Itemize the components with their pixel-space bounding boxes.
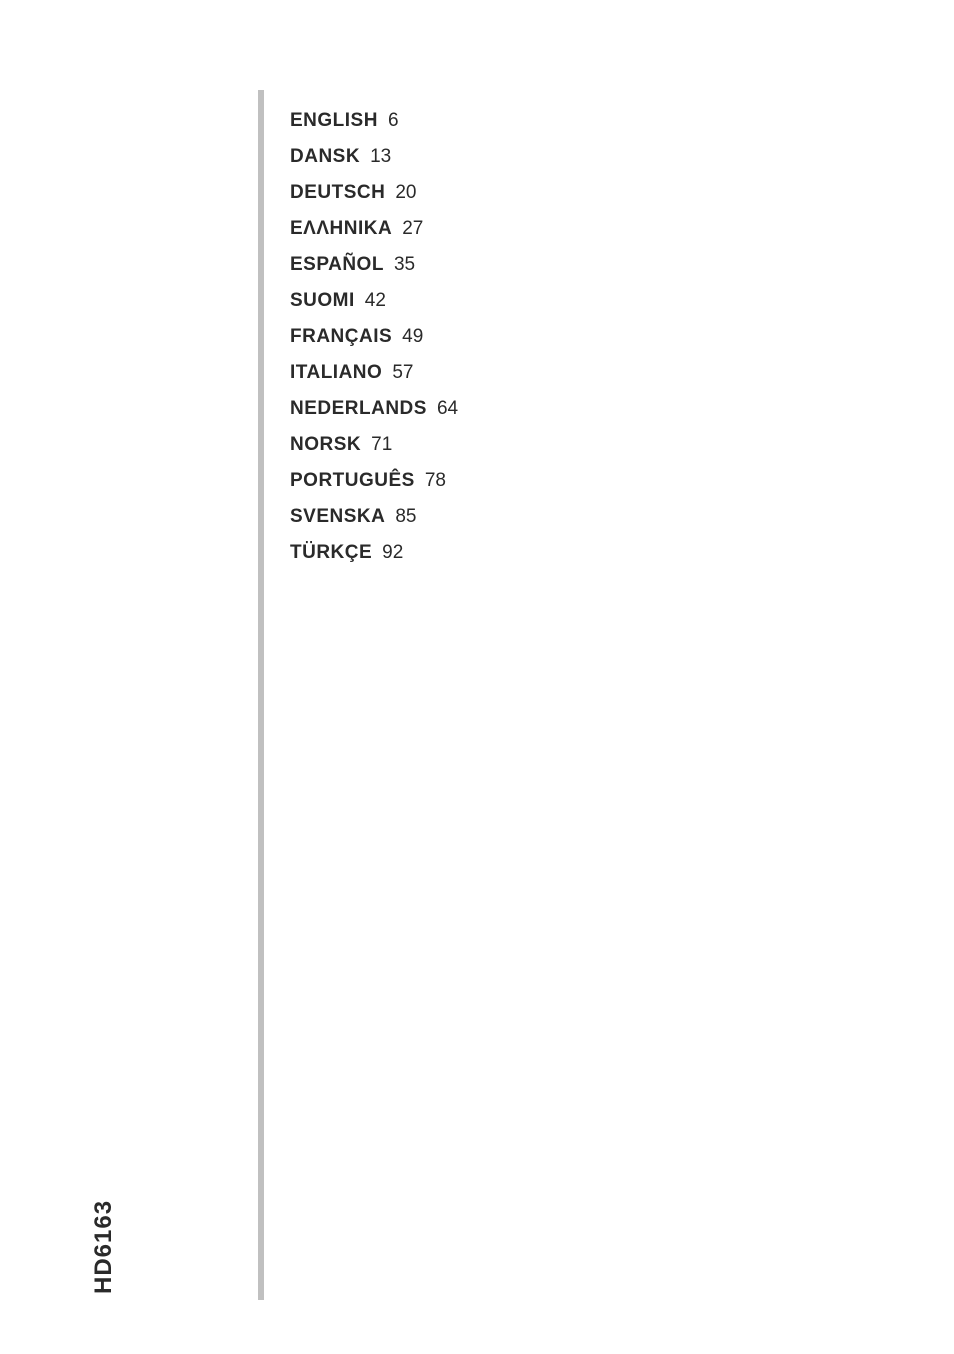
list-item: FRANÇAIS 49 (290, 326, 458, 348)
list-item: PORTUGUÊS 78 (290, 470, 458, 492)
language-name: TÜRKÇE (290, 542, 372, 564)
language-name: ESPAÑOL (290, 254, 384, 276)
language-name: DEUTSCH (290, 182, 385, 204)
model-number: HD6163 (90, 1200, 118, 1294)
page-number: 85 (395, 506, 416, 528)
language-name: ΕΛΛΗΝΙΚΑ (290, 218, 392, 240)
language-name: PORTUGUÊS (290, 470, 415, 492)
language-name: FRANÇAIS (290, 326, 392, 348)
list-item: DEUTSCH 20 (290, 182, 458, 204)
list-item: SUOMI 42 (290, 290, 458, 312)
page-number: 6 (388, 110, 399, 132)
language-name: ITALIANO (290, 362, 382, 384)
list-item: SVENSKA 85 (290, 506, 458, 528)
page-number: 13 (370, 146, 391, 168)
language-name: ENGLISH (290, 110, 378, 132)
language-name: SUOMI (290, 290, 355, 312)
page-number: 78 (425, 470, 446, 492)
list-item: ΕΛΛΗΝΙΚΑ 27 (290, 218, 458, 240)
language-name: SVENSKA (290, 506, 385, 528)
language-name: NEDERLANDS (290, 398, 427, 420)
vertical-divider (258, 90, 264, 1300)
list-item: ENGLISH 6 (290, 110, 458, 132)
list-item: DANSK 13 (290, 146, 458, 168)
list-item: ESPAÑOL 35 (290, 254, 458, 276)
list-item: NEDERLANDS 64 (290, 398, 458, 420)
list-item: NORSK 71 (290, 434, 458, 456)
page-number: 92 (382, 542, 403, 564)
page-number: 57 (392, 362, 413, 384)
page-number: 49 (402, 326, 423, 348)
language-name: DANSK (290, 146, 360, 168)
list-item: TÜRKÇE 92 (290, 542, 458, 564)
page-number: 64 (437, 398, 458, 420)
page-number: 20 (395, 182, 416, 204)
language-list: ENGLISH 6 DANSK 13 DEUTSCH 20 ΕΛΛΗΝΙΚΑ 2… (290, 110, 458, 578)
page-number: 27 (402, 218, 423, 240)
page-number: 42 (365, 290, 386, 312)
page-number: 71 (371, 434, 392, 456)
list-item: ITALIANO 57 (290, 362, 458, 384)
page-number: 35 (394, 254, 415, 276)
language-name: NORSK (290, 434, 361, 456)
